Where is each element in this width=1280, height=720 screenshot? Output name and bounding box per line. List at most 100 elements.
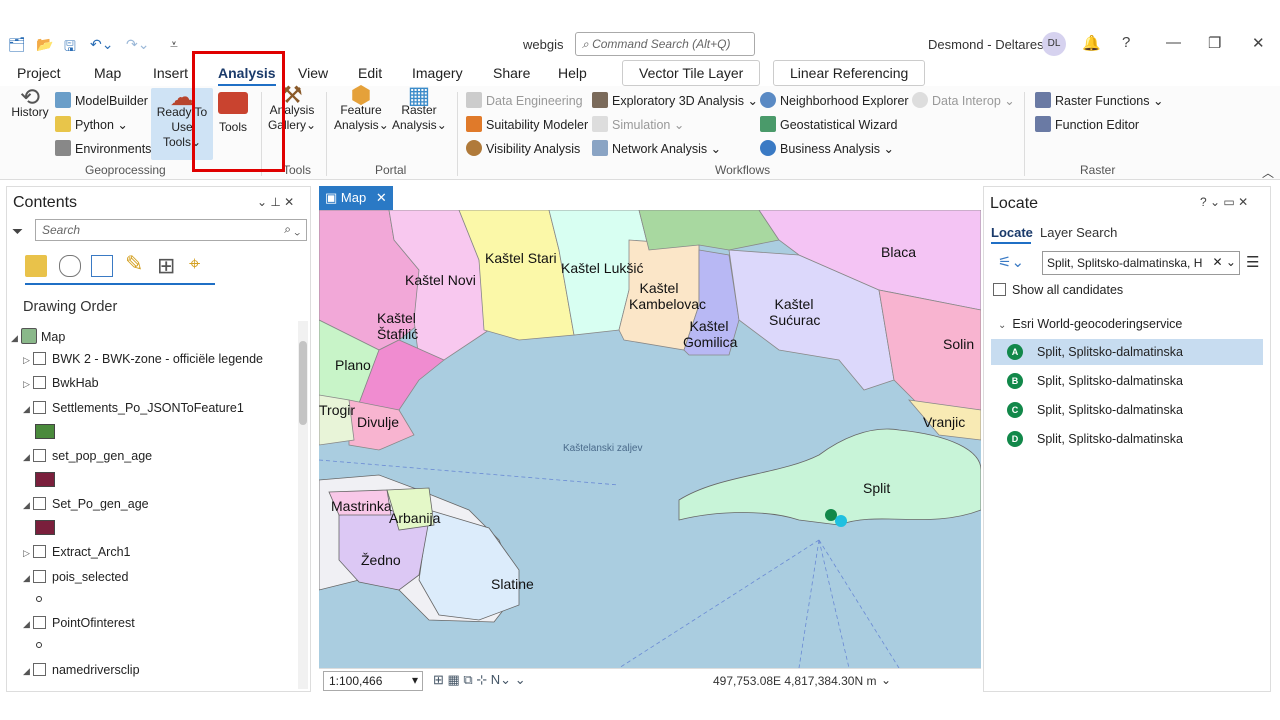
clear-and-chevron-icon[interactable]: ✕ ⌄ — [1210, 255, 1236, 269]
neighborhood-explorer-button[interactable]: Neighborhood Explorer — [760, 92, 909, 108]
chevron-down-icon[interactable]: ⌄ — [881, 673, 891, 687]
pane-options-icon[interactable]: ? ⌄ ▭ ✕ — [1200, 195, 1248, 209]
expand-icon[interactable]: ◢ — [23, 404, 33, 415]
geocode-candidate-c[interactable] — [825, 509, 837, 521]
locate-search-input[interactable]: Split, Splitsko-dalmatinska, H ✕ ⌄ — [1042, 251, 1240, 275]
redo-icon[interactable]: ↷⌄ — [126, 36, 149, 53]
expand-icon[interactable]: ▷ — [23, 379, 33, 390]
filter-icon[interactable]: ⏷ — [12, 223, 23, 240]
data-source-icon[interactable] — [59, 255, 81, 277]
labeling-icon[interactable]: ⌖ — [189, 253, 200, 276]
tab-view[interactable]: View — [298, 65, 328, 81]
close-icon[interactable]: ✕ — [376, 190, 387, 205]
suitability-modeler-button[interactable]: Suitability Modeler — [466, 116, 588, 132]
layer-row[interactable]: ◢ Set_Po_gen_age — [23, 497, 149, 511]
editing-icon[interactable]: ✎ — [125, 251, 143, 277]
layer-visibility-checkbox[interactable] — [33, 401, 46, 414]
new-project-icon[interactable]: 🗂 — [8, 36, 26, 53]
tab-locate[interactable]: Locate — [991, 225, 1033, 240]
layer-row[interactable]: ◢ namedriversclip — [23, 663, 140, 677]
layer-row[interactable]: ◢ Settlements_Po_JSONToFeature1 — [23, 401, 244, 415]
layer-visibility-checkbox[interactable] — [33, 545, 46, 558]
locate-result[interactable]: B Split, Splitsko-dalmatinska — [991, 368, 1263, 394]
legend-swatch[interactable] — [35, 424, 55, 439]
locate-result[interactable]: A Split, Splitsko-dalmatinska — [991, 339, 1263, 365]
expand-icon[interactable]: ◢ — [23, 666, 33, 677]
map-tools-icons[interactable]: ⊞ ▦ ⧉ ⊹ N⌄ ⌄ — [433, 672, 526, 688]
snapping-icon[interactable]: ⊞ — [157, 253, 175, 279]
python-button[interactable]: Python ⌄ — [55, 116, 128, 132]
expand-icon[interactable]: ◢ — [11, 333, 21, 344]
layer-visibility-checkbox[interactable] — [33, 352, 46, 365]
layer-visibility-checkbox[interactable] — [33, 663, 46, 676]
undo-icon[interactable]: ↶⌄ — [90, 36, 113, 53]
visibility-analysis-button[interactable]: Visibility Analysis — [466, 140, 580, 156]
tools-button[interactable]: Tools — [214, 90, 252, 135]
legend-swatch[interactable] — [35, 520, 55, 535]
expand-icon[interactable]: ◢ — [23, 452, 33, 463]
expand-icon[interactable]: ▷ — [23, 355, 33, 366]
layer-row[interactable]: ◢ set_pop_gen_age — [23, 449, 152, 463]
scrollbar-thumb[interactable] — [299, 341, 307, 425]
legend-swatch[interactable] — [35, 472, 55, 487]
history-button[interactable]: ⟲ History — [8, 86, 52, 120]
ready-to-use-tools-button[interactable]: ☁ Ready To Use Tools⌄ — [151, 86, 213, 160]
layer-visibility-checkbox[interactable] — [33, 616, 46, 629]
drawing-order-icon[interactable] — [25, 255, 47, 277]
data-interop-button[interactable]: Data Interop ⌄ — [912, 92, 1015, 108]
map-node[interactable]: ◢ Map — [11, 328, 65, 344]
customize-toolbar-icon[interactable]: ⩡ — [170, 36, 178, 53]
point-symbol-icon[interactable] — [36, 596, 42, 602]
close-icon[interactable]: ✕ — [1252, 34, 1265, 52]
feature-analysis-button[interactable]: ⬢ Feature Analysis⌄ — [334, 84, 389, 133]
pane-options-icon[interactable]: ⌄ ⊥ ✕ — [257, 195, 294, 209]
layer-visibility-checkbox[interactable] — [33, 570, 46, 583]
tab-linear-referencing[interactable]: Linear Referencing — [773, 60, 926, 86]
raster-functions-button[interactable]: Raster Functions ⌄ — [1035, 92, 1163, 108]
command-search-input[interactable]: ⌕ Command Search (Alt+Q) — [575, 32, 755, 56]
selection-icon[interactable] — [91, 255, 113, 277]
tab-share[interactable]: Share — [493, 65, 530, 81]
geostatistical-wizard-button[interactable]: Geostatistical Wizard — [760, 116, 897, 132]
tab-project[interactable]: Project — [17, 65, 61, 81]
modelbuilder-button[interactable]: ModelBuilder — [55, 92, 148, 108]
data-engineering-button[interactable]: Data Engineering — [466, 92, 583, 108]
expand-icon[interactable]: ◢ — [23, 500, 33, 511]
tab-imagery[interactable]: Imagery — [412, 65, 463, 81]
tab-map-view[interactable]: ▣ Map ✕ — [319, 186, 393, 210]
function-editor-button[interactable]: Function Editor — [1035, 116, 1139, 132]
restore-icon[interactable]: ❐ — [1208, 34, 1221, 52]
layer-row[interactable]: ◢ pois_selected — [23, 570, 128, 584]
tab-layer-search[interactable]: Layer Search — [1040, 225, 1117, 240]
layer-row[interactable]: ▷ BWK 2 - BWK-zone - officiële legende — [23, 352, 263, 366]
avatar[interactable]: DL — [1042, 32, 1066, 56]
locate-result[interactable]: C Split, Splitsko-dalmatinska — [991, 397, 1263, 423]
map-canvas[interactable]: Kaštel Novi Kaštel Stari Kaštel Lukšić B… — [319, 210, 981, 668]
network-analysis-button[interactable]: Network Analysis ⌄ — [592, 140, 721, 156]
layer-row[interactable]: ▷ BwkHab — [23, 376, 99, 390]
raster-analysis-button[interactable]: ▦ Raster Analysis⌄ — [392, 84, 447, 133]
exploratory-3d-button[interactable]: Exploratory 3D Analysis ⌄ — [592, 92, 758, 108]
tab-map[interactable]: Map — [94, 65, 121, 81]
tab-insert[interactable]: Insert — [153, 65, 188, 81]
provider-node[interactable]: ⌄ Esri World-geocoderingservice — [998, 317, 1182, 331]
scale-selector[interactable]: 1:100,466 ▾ — [323, 671, 423, 691]
layer-visibility-checkbox[interactable] — [33, 376, 46, 389]
layer-visibility-checkbox[interactable] — [33, 449, 46, 462]
save-project-icon[interactable]: 🖫 — [64, 36, 76, 60]
open-project-icon[interactable]: 📂 — [36, 36, 53, 53]
layer-visibility-checkbox[interactable] — [33, 497, 46, 510]
contents-scrollbar[interactable] — [298, 321, 308, 689]
locator-settings-icon[interactable]: ⚟⌄ — [998, 253, 1024, 271]
simulation-button[interactable]: Simulation ⌄ — [592, 116, 684, 132]
point-symbol-icon[interactable] — [36, 642, 42, 648]
expand-icon[interactable]: ▷ — [23, 548, 33, 559]
expand-icon[interactable]: ◢ — [23, 619, 33, 630]
minimize-icon[interactable]: — — [1166, 34, 1181, 51]
help-button[interactable]: ? — [1122, 34, 1130, 51]
layer-row[interactable]: ◢ PointOfinterest — [23, 616, 135, 630]
tab-help[interactable]: Help — [558, 65, 587, 81]
show-all-candidates-checkbox[interactable] — [993, 283, 1006, 296]
tab-analysis[interactable]: Analysis — [218, 65, 276, 86]
layer-row[interactable]: ▷ Extract_Arch1 — [23, 545, 131, 559]
